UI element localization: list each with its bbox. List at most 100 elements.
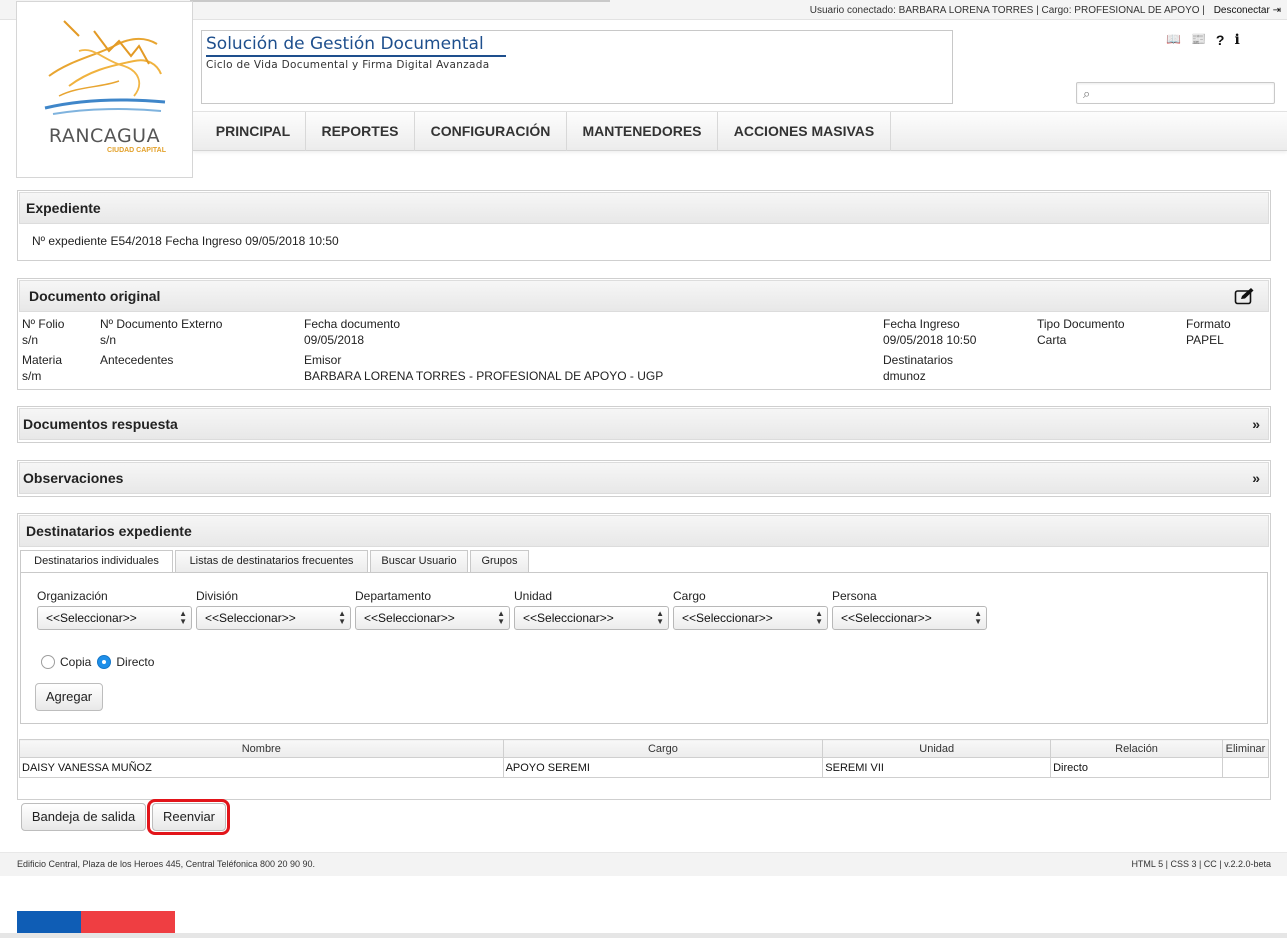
documento-original-panel: Documento original Nº Folio s/n Nº Docum… [17,278,1271,390]
select-arrows-icon: ▲ ▼ [656,609,664,626]
select-arrows-icon: ▲ ▼ [179,609,187,626]
connected-user-text: Usuario conectado: BARBARA LORENA TORRES… [809,5,1205,16]
main-nav: PRINCIPAL REPORTES CONFIGURACIÓN MANTENE… [193,111,1287,151]
destinatarios-panel: Destinatarios expediente Destinatarios i… [17,513,1271,800]
col-nombre: Nombre [19,739,504,758]
expediente-number-label: Nº expediente [32,234,108,248]
antecedentes-label: Antecedentes [100,353,174,367]
nav-configuracion[interactable]: CONFIGURACIÓN [415,112,567,151]
observaciones-panel[interactable]: Observaciones » [17,460,1271,497]
organizacion-select[interactable]: <<Seleccionar>> ▲ ▼ [37,606,192,630]
table-header-row: Nombre Cargo Unidad Relación Eliminar [19,739,1270,758]
footer-address: Edificio Central, Plaza de los Heroes 44… [17,859,316,869]
select-arrows-icon: ▲ ▼ [497,609,505,626]
destinatarios-header: Destinatarios expediente [18,514,1270,548]
flag-blue [17,911,81,933]
persona-label: Persona [832,589,877,603]
flag-stripe [17,911,175,933]
manual-book-icon[interactable]: 📖 [1166,32,1181,48]
expand-icon[interactable]: » [1252,463,1260,493]
documentos-respuesta-panel[interactable]: Documentos respuesta » [17,406,1271,443]
col-unidad: Unidad [822,739,1052,758]
cargo-label: Cargo [673,589,706,603]
edit-icon[interactable] [1234,287,1256,305]
help-icon[interactable]: ? [1216,32,1225,48]
top-divider [190,0,610,2]
recipients-label: Destinatarios [883,353,954,367]
col-eliminar: Eliminar [1221,739,1270,758]
doc-type-label: Tipo Documento [1037,317,1125,331]
doc-date-label: Fecha documento [304,317,401,331]
logo-subtitle: CIUDAD CAPITAL [107,147,166,154]
expediente-date: 09/05/2018 10:50 [245,234,339,248]
copia-label: Copia [60,655,92,669]
logout-icon: ⇥ [1272,5,1281,16]
recipients-value: dmunoz [883,369,926,383]
logo[interactable]: RANCAGUA CIUDAD CAPITAL [16,1,193,178]
tab-grupos[interactable]: Grupos [470,550,529,572]
entry-date-value: 09/05/2018 10:50 [883,333,977,347]
app-subtitle: Ciclo de Vida Documental y Firma Digital… [206,59,490,71]
info-icon[interactable]: i [1234,32,1239,48]
expediente-number: E54/2018 [110,234,162,248]
bottom-divider [0,933,1287,938]
documentos-respuesta-header[interactable]: Documentos respuesta » [18,407,1270,441]
select-arrows-icon: ▲ ▼ [338,609,346,626]
expediente-info: Nº expediente E54/2018 Fecha Ingreso 09/… [32,234,339,248]
news-icon[interactable]: 📰 [1191,32,1206,48]
cell-unidad: SEREMI VII [822,757,1052,778]
tab-listas-frecuentes[interactable]: Listas de destinatarios frecuentes [175,550,368,572]
observaciones-header[interactable]: Observaciones » [18,461,1270,495]
relation-radios: Copia Directo [41,655,154,669]
cargo-select[interactable]: <<Seleccionar>> ▲ ▼ [673,606,828,630]
division-select[interactable]: <<Seleccionar>> ▲ ▼ [196,606,351,630]
external-doc-value: s/n [100,333,117,347]
copia-radio[interactable] [41,655,55,669]
folio-label: Nº Folio [22,317,65,331]
persona-select[interactable]: <<Seleccionar>> ▲ ▼ [832,606,987,630]
agregar-button[interactable]: Agregar [35,683,103,711]
select-arrows-icon: ▲ ▼ [974,609,982,626]
search-box: ⌕ [1076,82,1275,104]
cell-cargo: APOYO SEREMI [502,757,824,778]
logout-link[interactable]: Desconectar ⇥ [1214,5,1281,16]
departamento-select[interactable]: <<Seleccionar>> ▲ ▼ [355,606,510,630]
directo-label: Directo [116,655,155,669]
app-title: Solución de Gestión Documental [206,34,506,57]
user-bar: Usuario conectado: BARBARA LORENA TORRES… [0,0,1287,20]
materia-value: s/m [22,369,42,383]
doc-date-value: 09/05/2018 [304,333,365,347]
format-label: Formato [1186,317,1231,331]
tab-content: Organización <<Seleccionar>> ▲ ▼ División … [20,572,1268,724]
app-title-box: Solución de Gestión Documental Ciclo de … [201,30,953,104]
unidad-label: Unidad [514,589,553,603]
nav-mantenedores[interactable]: MANTENEDORES [567,112,718,151]
table-row: DAISY VANESSA MUÑOZ APOYO SEREMI SEREMI … [19,757,1270,778]
select-arrows-icon: ▲ ▼ [815,609,823,626]
documento-original-header: Documento original [18,279,1270,313]
cell-eliminar[interactable] [1221,757,1270,778]
search-input[interactable] [1101,85,1269,101]
organizacion-label: Organización [37,589,108,603]
nav-reportes[interactable]: REPORTES [306,112,415,151]
toolbar-icons: 📖 📰 ? i [1166,32,1250,48]
organizacion-field: Organización <<Seleccionar>> ▲ ▼ [37,589,192,630]
directo-radio[interactable] [97,655,112,669]
search-icon: ⌕ [1083,86,1091,101]
cell-nombre: DAISY VANESSA MUÑOZ [19,757,504,778]
tab-destinatarios-individuales[interactable]: Destinatarios individuales [20,550,173,573]
unidad-field: Unidad <<Seleccionar>> ▲ ▼ [514,589,669,630]
expediente-panel: Expediente Nº expediente E54/2018 Fecha … [17,190,1271,261]
bandeja-salida-button[interactable]: Bandeja de salida [21,803,146,831]
cargo-field: Cargo <<Seleccionar>> ▲ ▼ [673,589,828,630]
unidad-select[interactable]: <<Seleccionar>> ▲ ▼ [514,606,669,630]
col-cargo: Cargo [502,739,824,758]
tab-buscar-usuario[interactable]: Buscar Usuario [370,550,468,572]
footer: Edificio Central, Plaza de los Heroes 44… [0,852,1287,876]
flag-red [81,911,175,933]
nav-principal[interactable]: PRINCIPAL [201,112,306,151]
nav-acciones-masivas[interactable]: ACCIONES MASIVAS [718,112,891,151]
expand-icon[interactable]: » [1252,409,1260,439]
persona-field: Persona <<Seleccionar>> ▲ ▼ [832,589,987,630]
recipients-table: Nombre Cargo Unidad Relación Eliminar DA… [19,739,1270,778]
